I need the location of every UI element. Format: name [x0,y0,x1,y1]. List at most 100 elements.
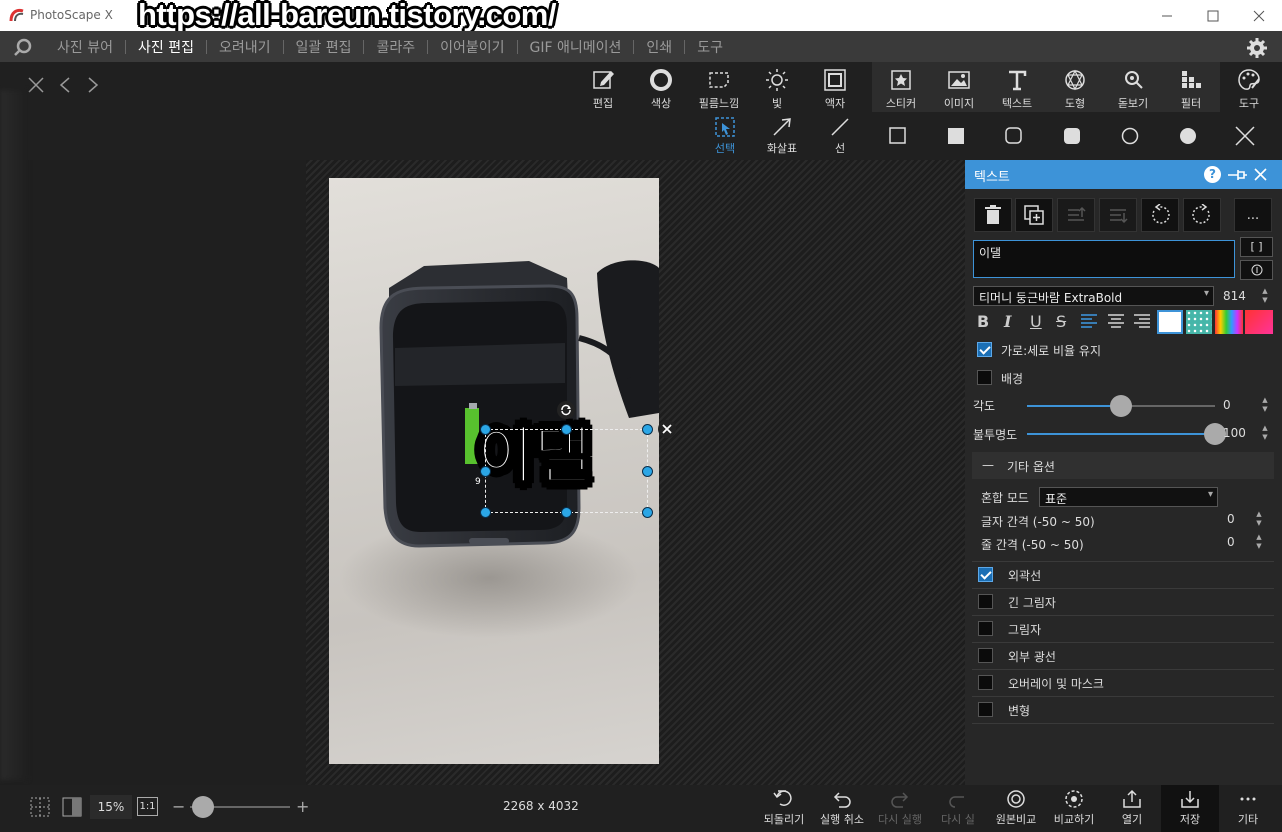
undo-button[interactable]: 실행 취소 [813,785,871,832]
letter-spacing-spinner-icon[interactable]: ▲ ▼ [1254,510,1264,528]
rectangle-filled-icon[interactable] [947,127,965,145]
rotate-handle-icon[interactable] [557,401,575,419]
italic-button[interactable]: I [1004,312,1022,332]
line-spacing-spinner-icon[interactable]: ▲ ▼ [1254,533,1264,551]
resize-handle[interactable] [480,507,491,518]
menu-item[interactable]: 이어붙이기 [428,37,516,57]
menu-item[interactable]: 사진 뷰어 [45,37,125,57]
revert-button[interactable]: 되돌리기 [755,785,813,832]
bold-button[interactable]: B [977,312,995,332]
collapse-icon[interactable]: — [982,458,994,472]
compare-view-icon[interactable] [62,797,82,817]
grid-icon[interactable] [30,797,50,817]
text-input[interactable]: 이댈 [973,240,1235,278]
gradient-swatch[interactable] [1215,310,1243,334]
compare-button[interactable]: 비교하기 [1045,785,1103,832]
selection-box[interactable] [485,429,648,513]
background-checkbox[interactable] [977,370,992,385]
save-button[interactable]: 저장 [1161,785,1219,832]
original-compare-button[interactable]: 원본비교 [987,785,1045,832]
effect-checkbox[interactable] [978,594,993,609]
menu-item[interactable]: GIF 애니메이션 [518,37,634,57]
prev-arrow-icon[interactable] [58,76,72,94]
resize-handle[interactable] [480,466,491,477]
close-icon[interactable] [27,76,45,94]
redo-button[interactable]: 다시 실행 [871,785,929,832]
bring-forward-button[interactable] [1057,198,1095,232]
menu-item[interactable]: 콜라주 [364,37,427,57]
pattern-swatch[interactable] [1186,310,1212,334]
more-button[interactable]: ... [1234,198,1272,232]
bracket-button[interactable]: [ ] [1240,237,1273,257]
blend-mode-select[interactable]: 표준 [1039,487,1218,507]
effect-checkbox[interactable] [978,675,993,690]
settings-gear-icon[interactable] [1246,37,1268,59]
actual-size-button[interactable]: 1:1 [137,797,158,816]
circle-outline-icon[interactable] [1121,127,1139,145]
resize-handle[interactable] [561,507,572,518]
line-spacing-value[interactable]: 0 [1227,532,1235,552]
rounded-rect-filled-icon[interactable] [1063,127,1081,145]
more-button[interactable]: 기타 [1219,785,1277,832]
menu-item[interactable]: 오려내기 [207,37,283,57]
close-shape-tools-icon[interactable] [1234,125,1256,147]
delete-object-icon[interactable] [658,420,676,438]
circle-filled-icon[interactable] [1179,127,1197,145]
resize-handle[interactable] [642,466,653,477]
strikethrough-button[interactable]: S [1056,312,1074,332]
font-select[interactable]: 티머니 둥근바람 ExtraBold [973,286,1214,306]
info-button[interactable] [1240,260,1273,280]
open-button[interactable]: 열기 [1103,785,1161,832]
menu-item[interactable]: 일괄 편집 [284,37,364,57]
menu-item[interactable]: 인쇄 [634,37,684,57]
angle-slider-thumb[interactable] [1110,395,1132,417]
send-backward-button[interactable] [1099,198,1137,232]
redo-all-button[interactable]: 다시 실 [929,785,987,832]
menu-item[interactable]: 도구 [685,37,735,57]
resize-handle[interactable] [642,424,653,435]
tool-palette-button[interactable]: 도구 [1220,62,1278,112]
resize-handle[interactable] [480,424,491,435]
close-panel-icon[interactable] [1254,168,1267,181]
underline-button[interactable]: U [1030,312,1048,332]
opacity-spinner-icon[interactable]: ▲ ▼ [1260,424,1270,442]
effect-checkbox[interactable] [978,702,993,717]
effect-checkbox[interactable] [978,648,993,663]
arrow-tool-button[interactable]: 화살표 [754,114,810,158]
zoom-slider-thumb[interactable] [192,796,214,818]
rectangle-outline-icon[interactable] [889,127,907,145]
tool-image-button[interactable]: 이미지 [930,62,988,112]
close-window-button[interactable] [1236,0,1282,31]
letter-spacing-value[interactable]: 0 [1227,509,1235,529]
next-arrow-icon[interactable] [86,76,100,94]
tool-color-button[interactable]: 색상 [632,62,690,112]
angle-value[interactable]: 0 [1223,395,1231,415]
rotate-left-button[interactable] [1141,198,1179,232]
tool-magnifier-button[interactable]: 돋보기 [1104,62,1162,112]
tool-sticker-button[interactable]: 스티커 [872,62,930,112]
help-icon[interactable]: ? [1204,166,1221,183]
fill-swatch[interactable] [1245,310,1273,334]
delete-button[interactable] [974,198,1012,232]
tool-film-button[interactable]: 필름느낌 [690,62,748,112]
zoom-in-icon[interactable]: + [296,797,309,816]
tool-shape-button[interactable]: 도형 [1046,62,1104,112]
tool-light-button[interactable]: 빛 [748,62,806,112]
pin-icon[interactable] [1226,167,1248,183]
opacity-value[interactable]: 100 [1223,423,1246,443]
align-left-icon[interactable] [1080,313,1098,329]
font-size-spinner-icon[interactable]: ▲ ▼ [1260,287,1270,305]
rotate-right-button[interactable] [1183,198,1221,232]
resize-handle[interactable] [642,507,653,518]
line-tool-button[interactable]: 선 [812,114,868,158]
font-size-field[interactable]: 814 [1223,286,1246,306]
tool-edit-button[interactable]: 편집 [574,62,632,112]
effect-checkbox[interactable] [978,567,993,582]
select-tool-button[interactable]: 선택 [697,114,753,158]
resize-handle[interactable] [561,424,572,435]
tool-frame-button[interactable]: 액자 [806,62,864,112]
align-center-icon[interactable] [1107,313,1125,329]
tool-text-button[interactable]: 텍스트 [988,62,1046,112]
home-icon[interactable] [0,37,45,57]
zoom-out-icon[interactable]: − [172,797,185,816]
